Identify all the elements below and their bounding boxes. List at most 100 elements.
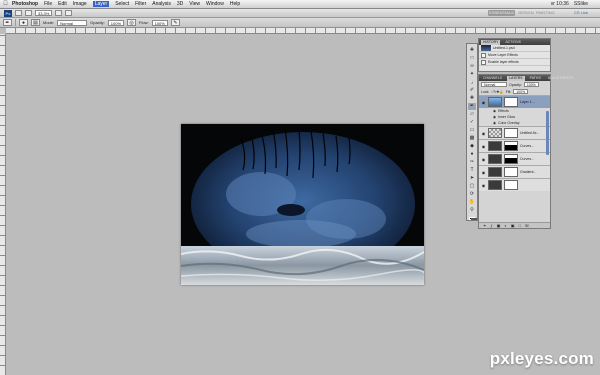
flow-field[interactable]: 100% [151, 19, 168, 26]
menu-filter[interactable]: Filter [135, 1, 146, 7]
history-snapshot[interactable]: Untitled-1.psd [479, 45, 550, 52]
add-mask-icon[interactable]: ▣ [497, 223, 501, 228]
layer-row[interactable]: ◉ [479, 178, 550, 191]
marquee-tool-icon[interactable]: □ [468, 55, 476, 62]
layer-name[interactable]: Gradient... [520, 170, 536, 174]
layer-name[interactable]: Untitled-fix... [520, 131, 539, 135]
history-item[interactable]: Move Layer Effects [479, 52, 550, 59]
zoom-tool-icon[interactable]: ⚲ [468, 207, 476, 214]
airbrush-icon[interactable]: ✎ [170, 19, 180, 26]
eye-icon[interactable]: ◉ [493, 109, 496, 113]
tab-layers[interactable]: LAYERS [507, 75, 525, 81]
layer-name[interactable]: Curves... [520, 144, 534, 148]
layer-mask-thumbnail[interactable] [504, 97, 518, 107]
vertical-ruler[interactable] [0, 34, 6, 375]
crop-tool-icon[interactable]: ⌟ [468, 79, 476, 86]
layer-mask-thumbnail[interactable] [504, 128, 518, 138]
document-canvas[interactable] [181, 124, 424, 285]
layer-row[interactable]: ◉ Layer 1... [479, 95, 550, 108]
visibility-eye-icon[interactable]: ◉ [481, 144, 486, 149]
layer-name[interactable]: Curves... [520, 157, 534, 161]
pressure-opacity-icon[interactable]: ◎ [127, 19, 137, 26]
menu-help[interactable]: Help [230, 1, 240, 7]
visibility-eye-icon[interactable]: ◉ [481, 157, 486, 162]
mini-bridge-button[interactable] [25, 10, 32, 16]
menu-file[interactable]: File [44, 1, 52, 7]
workspace-painting[interactable]: PAINTING [536, 10, 555, 16]
horizontal-ruler[interactable] [6, 28, 600, 34]
lasso-tool-icon[interactable]: ∞ [468, 63, 476, 70]
eyedropper-tool-icon[interactable]: ✐ [468, 87, 476, 94]
visibility-eye-icon[interactable]: ◉ [481, 131, 486, 136]
gradient-tool-icon[interactable]: ▩ [468, 135, 476, 142]
layer-row[interactable]: ◉ Curves... [479, 139, 550, 152]
brush-panel-toggle-icon[interactable]: ▤ [31, 19, 40, 26]
lock-icon[interactable]: □✎✚🔒 [491, 90, 503, 94]
eraser-tool-icon[interactable]: ▭ [468, 127, 476, 134]
menu-window[interactable]: Window [206, 1, 224, 7]
zoom-level[interactable]: 33,3% [35, 10, 53, 16]
layers-scrollbar[interactable] [546, 111, 549, 155]
user-name[interactable]: SSlike [574, 1, 588, 7]
brush-tool-preset-icon[interactable]: ✒ [3, 19, 12, 26]
brush-tool-icon[interactable]: ✒ [468, 103, 476, 110]
layer-name[interactable]: Layer 1... [520, 100, 535, 104]
visibility-eye-icon[interactable]: ◉ [481, 100, 486, 105]
cs-live-button[interactable]: CS Live [568, 10, 594, 16]
history-brush-tool-icon[interactable]: ✓ [468, 119, 476, 126]
pen-tool-icon[interactable]: ✑ [468, 159, 476, 166]
background-color-swatch[interactable] [471, 217, 477, 220]
screen-mode-button[interactable] [65, 10, 73, 16]
eye-icon[interactable]: ◉ [493, 121, 496, 125]
blend-mode-select[interactable]: Normal [481, 82, 507, 87]
workspace-essentials[interactable]: ESSENTIALS [488, 10, 515, 16]
arrange-documents-button[interactable] [55, 10, 63, 16]
workspace-design[interactable]: DESIGN [518, 10, 534, 16]
tab-adjustments[interactable]: ADJUSTMENTS [546, 76, 576, 81]
app-menu[interactable]: Photoshop [12, 1, 38, 7]
bridge-button[interactable] [15, 10, 22, 16]
adjustment-icon[interactable]: ◐ [504, 223, 506, 228]
type-tool-icon[interactable]: T [468, 167, 476, 174]
brush-size-picker[interactable]: ● [19, 19, 28, 26]
visibility-eye-icon[interactable]: ◉ [481, 183, 486, 188]
link-layers-icon[interactable]: ⚭ [483, 223, 486, 228]
menu-view[interactable]: View [189, 1, 200, 7]
fx-icon[interactable]: ƒ [490, 223, 492, 228]
visibility-eye-icon[interactable]: ◉ [481, 170, 486, 175]
layer-row[interactable]: ◉ Gradient... [479, 165, 550, 178]
dodge-tool-icon[interactable]: ● [468, 151, 476, 158]
menu-edit[interactable]: Edit [58, 1, 67, 7]
tab-history[interactable]: HISTORY [481, 39, 501, 45]
menu-analysis[interactable]: Analysis [152, 1, 171, 7]
menu-3d[interactable]: 3D [177, 1, 183, 7]
path-selection-tool-icon[interactable]: ➤ [468, 175, 476, 182]
layer-opacity-field[interactable]: 100% [523, 82, 539, 87]
menu-image[interactable]: Image [73, 1, 87, 7]
opacity-field[interactable]: 100% [107, 19, 125, 26]
layer-row[interactable]: ◉ Curves... [479, 152, 550, 165]
eye-icon[interactable]: ◉ [493, 115, 496, 119]
new-group-icon[interactable]: ▣ [511, 223, 515, 228]
blur-tool-icon[interactable]: ◆ [468, 143, 476, 150]
healing-brush-tool-icon[interactable]: ✚ [468, 95, 476, 102]
trash-icon[interactable]: ☒ [525, 223, 529, 228]
tab-channels[interactable]: CHANNELS [481, 76, 504, 81]
history-item[interactable]: Enable layer effects [479, 59, 550, 66]
apple-icon[interactable]:  [3, 1, 8, 7]
quick-select-tool-icon[interactable]: ✦ [468, 71, 476, 78]
menu-select[interactable]: Select [115, 1, 129, 7]
layer-mask-thumbnail[interactable] [504, 141, 518, 151]
tab-paths[interactable]: PATHS [528, 76, 543, 81]
3d-rotate-tool-icon[interactable]: ⟳ [468, 191, 476, 198]
menu-layer[interactable]: Layer [92, 1, 110, 7]
layer-mask-thumbnail[interactable] [504, 154, 518, 164]
layer-mask-thumbnail[interactable] [504, 167, 518, 177]
layer-mask-thumbnail[interactable] [504, 180, 518, 190]
shape-tool-icon[interactable]: ▢ [468, 183, 476, 190]
tab-actions[interactable]: ACTIONS [503, 40, 523, 45]
mode-select[interactable]: Normal [57, 19, 88, 26]
hand-tool-icon[interactable]: ✋ [468, 199, 476, 206]
layer-fill-field[interactable]: 100% [513, 89, 529, 94]
clone-stamp-tool-icon[interactable]: ▱ [468, 111, 476, 118]
